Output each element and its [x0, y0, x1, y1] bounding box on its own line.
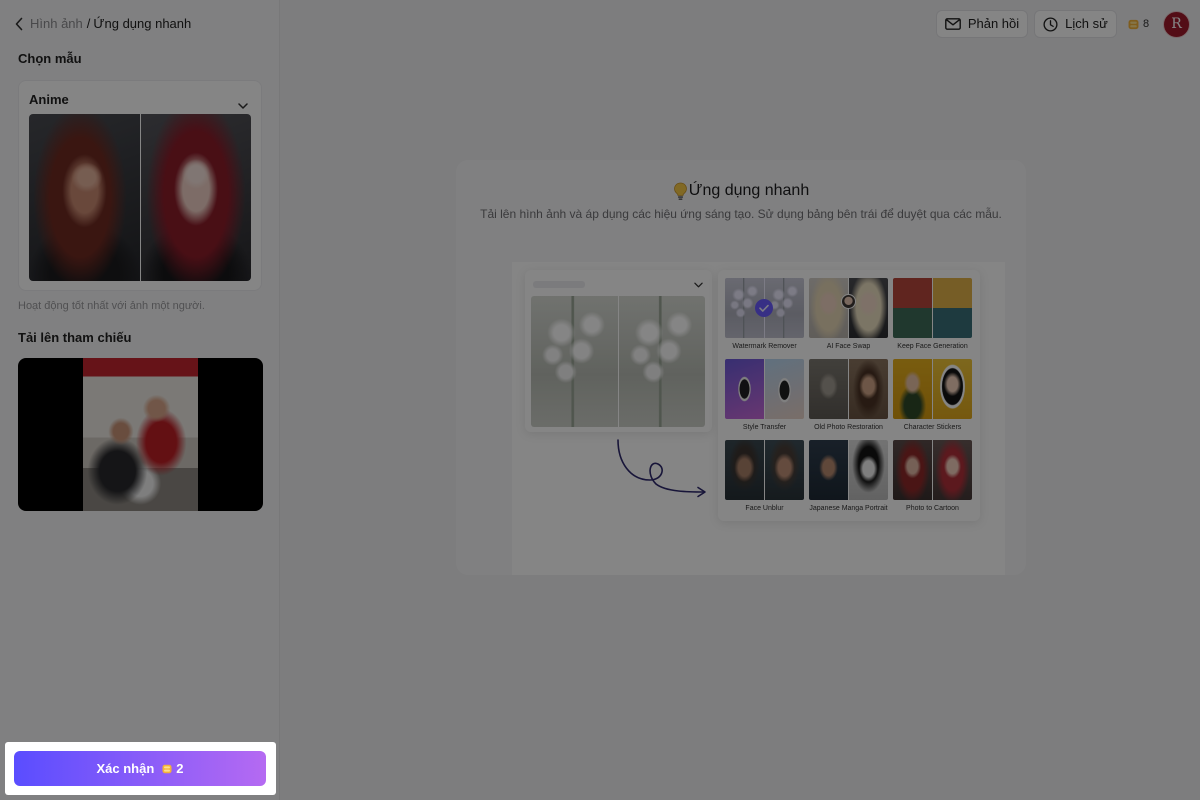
confirm-cost: 2 — [162, 760, 184, 777]
tour-overlay — [0, 0, 1200, 800]
tour-spotlight: Xác nhận 2 — [5, 742, 276, 795]
coin-icon — [162, 764, 172, 774]
confirm-label: Xác nhận — [96, 760, 155, 776]
confirm-button[interactable]: Xác nhận 2 — [14, 751, 266, 786]
confirm-cost-value: 2 — [176, 760, 184, 776]
